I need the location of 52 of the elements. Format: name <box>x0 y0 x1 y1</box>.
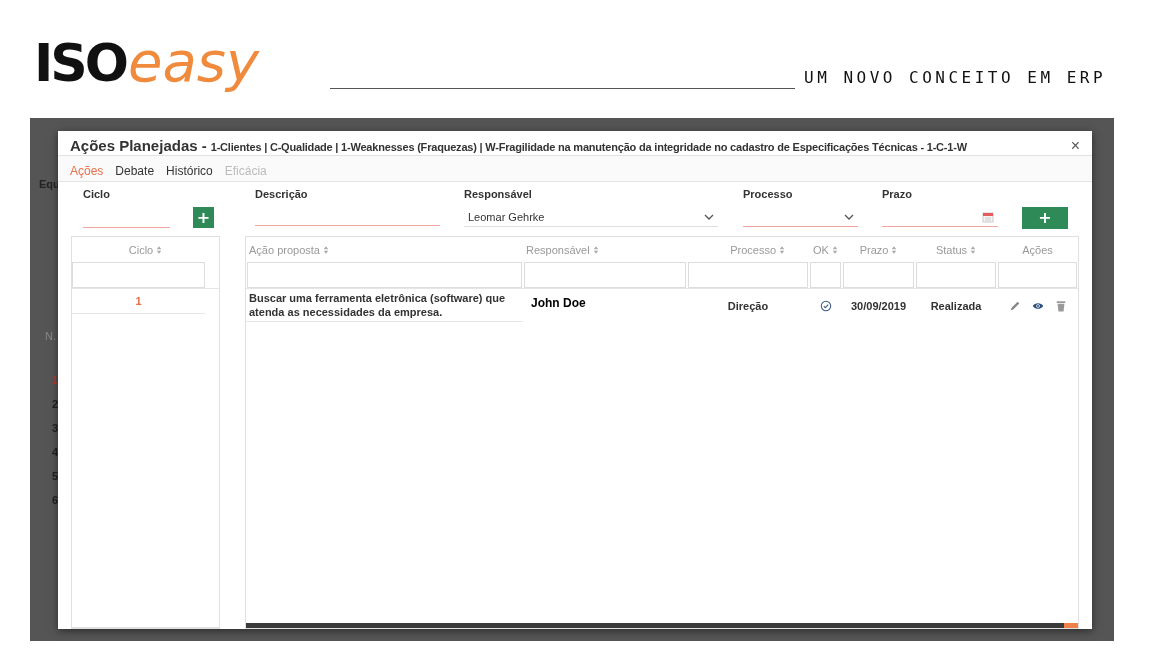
tab[interactable]: Debate <box>109 160 161 181</box>
sort-icon[interactable] <box>779 245 785 254</box>
filter-field[interactable] <box>524 262 686 288</box>
filter-field[interactable] <box>810 262 841 288</box>
modal-subtitle: 1-Clientes | C-Qualidade | 1-Weaknesses (Fraquezas) | W-Fragilidade na manutenção da integridade no cadastro de Especificações Técnicas - 1-C-1-W <box>210 141 967 153</box>
table-cell-text: Realizada <box>929 299 983 312</box>
table-cell-text: Direção <box>726 299 770 312</box>
column-header[interactable]: Ciclo <box>128 243 154 256</box>
add-button[interactable]: + <box>1022 207 1068 229</box>
tagline: UM NOVO CONCEITO EM ERP <box>804 68 1107 87</box>
trash-icon[interactable] <box>1054 299 1067 312</box>
select-field[interactable]: Leomar Gehrke <box>464 207 718 227</box>
filter-field[interactable] <box>998 262 1077 288</box>
field-label: Responsável <box>464 188 533 202</box>
column-header[interactable]: Ação proposta <box>249 243 320 256</box>
sort-icon[interactable] <box>322 245 329 254</box>
sort-icon[interactable] <box>156 245 163 254</box>
field-label: Ciclo <box>83 188 111 202</box>
sort-icon[interactable] <box>831 245 838 254</box>
chevron-down-icon[interactable] <box>844 213 854 220</box>
column-header[interactable]: Processo <box>730 243 776 256</box>
add-button[interactable]: + <box>193 207 214 228</box>
chevron-down-icon[interactable] <box>704 213 714 220</box>
calendar-icon[interactable] <box>982 210 994 223</box>
filter-field[interactable] <box>843 262 914 288</box>
logo: ISOeasy <box>34 30 260 95</box>
field-label: Descrição <box>255 188 309 202</box>
tab[interactable]: Histórico <box>160 160 219 181</box>
filter-field[interactable] <box>247 262 522 288</box>
column-header[interactable]: Responsável <box>526 243 590 256</box>
pencil-icon[interactable] <box>1008 299 1021 312</box>
table-cell-text: 30/09/2019 <box>849 299 908 312</box>
column-header[interactable]: OK <box>813 243 829 256</box>
scrollbar[interactable] <box>246 623 1078 628</box>
table-cell-text: John Doe <box>530 296 587 310</box>
sort-icon[interactable] <box>891 245 898 254</box>
filter-field[interactable] <box>688 262 808 288</box>
sort-icon[interactable] <box>970 245 977 254</box>
field-label: Processo <box>743 188 794 202</box>
column-header[interactable]: Status <box>935 243 968 256</box>
table-cell: Buscar uma ferramenta eletrônica (software) que atenda as necessidades da empresa. <box>246 289 523 322</box>
tab[interactable]: Ações <box>64 160 110 181</box>
column-header: Ações <box>1022 243 1053 256</box>
column-header[interactable]: Prazo <box>859 243 889 256</box>
field-label: Prazo <box>882 188 913 202</box>
close-button[interactable]: × <box>1070 137 1080 155</box>
modal-title: Ações Planejadas - <box>70 137 207 154</box>
table-row[interactable]: 1 <box>72 289 205 314</box>
background-row-number: 1 <box>51 374 58 386</box>
filter-field[interactable] <box>72 262 205 288</box>
filter-field[interactable] <box>916 262 996 288</box>
sort-icon[interactable] <box>592 245 599 254</box>
